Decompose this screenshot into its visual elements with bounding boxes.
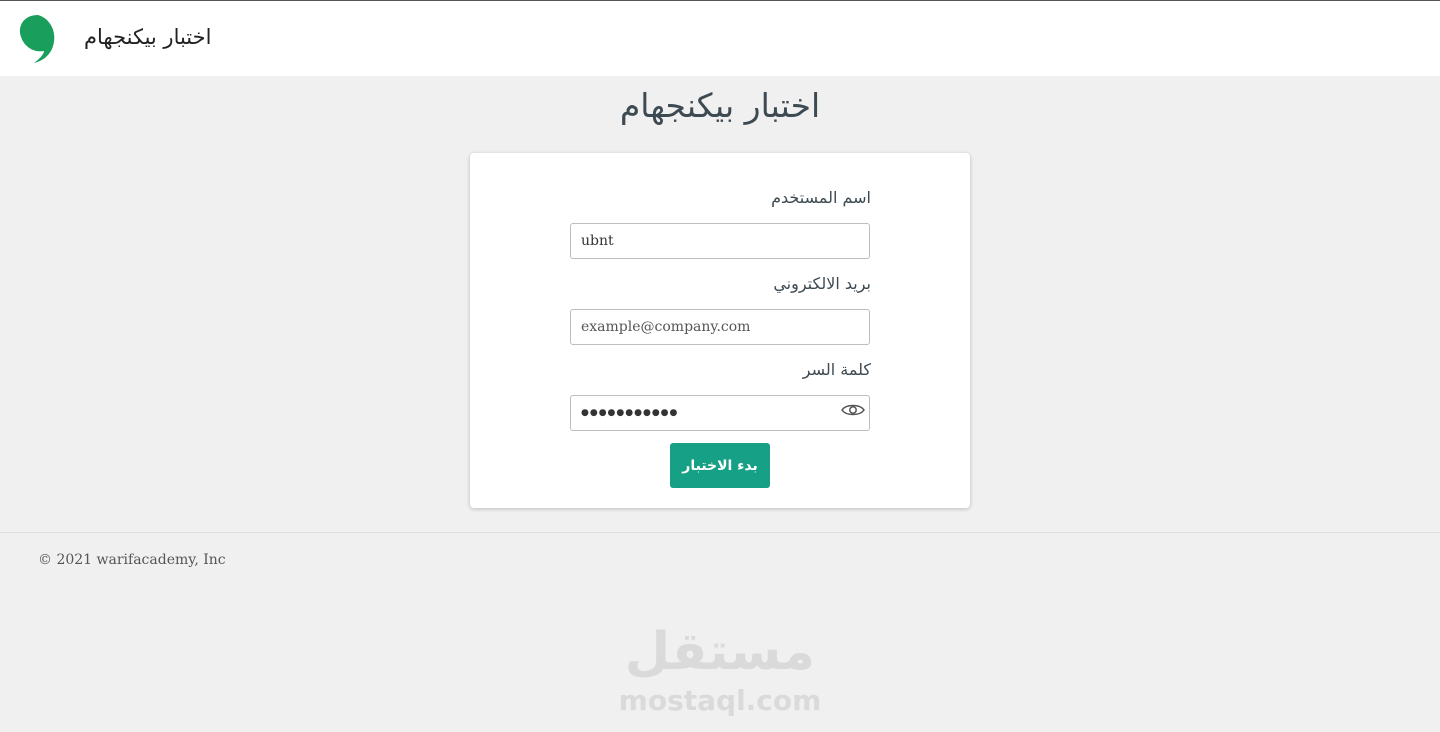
email-label: بريد الالكتروني xyxy=(773,274,871,293)
footer-divider xyxy=(0,532,1440,533)
password-label: كلمة السر xyxy=(802,360,871,379)
username-label: اسم المستخدم xyxy=(771,188,871,207)
password-input[interactable] xyxy=(570,395,870,431)
eye-icon[interactable] xyxy=(841,402,865,418)
username-input[interactable] xyxy=(570,223,870,259)
watermark-latin: mostaql.com xyxy=(618,684,822,717)
top-navbar: اختبار بيكنجهام xyxy=(0,0,1440,76)
watermark-arabic: مستقل xyxy=(624,622,816,682)
brand-name[interactable]: اختبار بيكنجهام xyxy=(84,25,211,49)
page-title: اختبار بيكنجهام xyxy=(619,86,821,125)
start-test-button[interactable]: بدء الاختبار xyxy=(670,443,770,488)
login-card: اسم المستخدم بريد الالكتروني كلمة السر ب… xyxy=(470,153,970,508)
copyright-text: © 2021 warifacademy, Inc xyxy=(38,552,226,568)
leaf-logo-icon[interactable] xyxy=(18,13,58,65)
email-input[interactable] xyxy=(570,309,870,345)
